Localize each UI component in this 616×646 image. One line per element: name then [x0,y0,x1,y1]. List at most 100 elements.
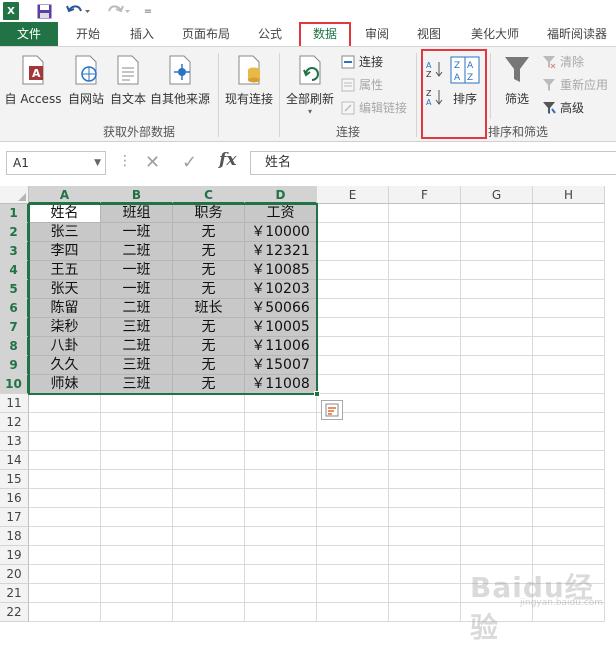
row-header-14[interactable]: 14 [0,451,29,470]
cell-g5[interactable] [461,280,533,299]
cell-d20[interactable] [245,565,317,584]
cell-g4[interactable] [461,261,533,280]
tab-review[interactable]: 审阅 [354,22,400,46]
cell-c8[interactable]: 无 [173,337,245,356]
properties-button[interactable]: 属性 [340,76,383,93]
name-box-dropdown-icon[interactable]: ▼ [94,152,101,174]
cell-d11[interactable] [245,394,317,413]
cell-b7[interactable]: 三班 [101,318,173,337]
cell-b17[interactable] [101,508,173,527]
cell-g16[interactable] [461,489,533,508]
refresh-all-button[interactable]: 全部刷新 ▾ [284,53,336,116]
cell-a19[interactable] [29,546,101,565]
cell-e18[interactable] [317,527,389,546]
clear-filter-button[interactable]: 清除 [541,53,584,70]
cell-b9[interactable]: 三班 [101,356,173,375]
from-web-button[interactable]: 自网站 [64,53,108,107]
cell-h14[interactable] [533,451,605,470]
cell-g10[interactable] [461,375,533,394]
name-box[interactable]: A1 ▼ [6,151,106,175]
column-header-g[interactable]: G [461,186,533,204]
cell-h16[interactable] [533,489,605,508]
cell-h11[interactable] [533,394,605,413]
column-header-a[interactable]: A [29,186,101,204]
select-all-corner[interactable] [0,186,29,204]
cell-d5[interactable]: ￥10203 [245,280,317,299]
cell-g13[interactable] [461,432,533,451]
cell-f14[interactable] [389,451,461,470]
row-header-21[interactable]: 21 [0,584,29,603]
edit-links-button[interactable]: 编辑链接 [340,99,407,116]
row-header-7[interactable]: 7 [0,318,29,337]
cell-c18[interactable] [173,527,245,546]
cell-f3[interactable] [389,242,461,261]
cell-d9[interactable]: ￥15007 [245,356,317,375]
cell-f11[interactable] [389,394,461,413]
column-header-e[interactable]: E [317,186,389,204]
cell-b6[interactable]: 二班 [101,299,173,318]
cell-e3[interactable] [317,242,389,261]
cell-d4[interactable]: ￥10085 [245,261,317,280]
cell-d2[interactable]: ￥10000 [245,223,317,242]
from-text-button[interactable]: 自文本 [108,53,148,107]
cell-f17[interactable] [389,508,461,527]
row-header-9[interactable]: 9 [0,356,29,375]
row-header-22[interactable]: 22 [0,603,29,622]
enter-formula-icon[interactable]: ✓ [182,152,197,173]
row-header-6[interactable]: 6 [0,299,29,318]
cell-a10[interactable]: 师妹 [29,375,101,394]
cell-e13[interactable] [317,432,389,451]
cell-f9[interactable] [389,356,461,375]
cell-a6[interactable]: 陈留 [29,299,101,318]
row-header-3[interactable]: 3 [0,242,29,261]
cell-h12[interactable] [533,413,605,432]
tab-beautify[interactable]: 美化大师 [458,22,532,46]
tab-insert[interactable]: 插入 [118,22,166,46]
insert-function-button[interactable]: fx [219,150,236,170]
cell-g14[interactable] [461,451,533,470]
cell-d13[interactable] [245,432,317,451]
cell-e8[interactable] [317,337,389,356]
redo-icon[interactable] [105,2,131,20]
cell-f16[interactable] [389,489,461,508]
cell-a22[interactable] [29,603,101,622]
row-header-16[interactable]: 16 [0,489,29,508]
cell-g7[interactable] [461,318,533,337]
cell-b20[interactable] [101,565,173,584]
row-header-20[interactable]: 20 [0,565,29,584]
cell-d15[interactable] [245,470,317,489]
worksheet-grid[interactable]: A B C D E F G H 1 姓名 班组 职务 工资 2 张三 一班无 ￥10000 3 李四 二班无 ￥1232… [0,186,616,625]
tab-file[interactable]: 文件 [0,22,58,46]
cell-b8[interactable]: 二班 [101,337,173,356]
cell-c13[interactable] [173,432,245,451]
cell-d18[interactable] [245,527,317,546]
cell-d6[interactable]: ￥50066 [245,299,317,318]
row-header-2[interactable]: 2 [0,223,29,242]
cell-h2[interactable] [533,223,605,242]
cell-b14[interactable] [101,451,173,470]
cell-c19[interactable] [173,546,245,565]
row-header-8[interactable]: 8 [0,337,29,356]
cell-e9[interactable] [317,356,389,375]
cell-d8[interactable]: ￥11006 [245,337,317,356]
cell-h3[interactable] [533,242,605,261]
cell-a16[interactable] [29,489,101,508]
cell-d17[interactable] [245,508,317,527]
cell-a3[interactable]: 李四 [29,242,101,261]
tab-formulas[interactable]: 公式 [246,22,294,46]
cell-d7[interactable]: ￥10005 [245,318,317,337]
fill-handle[interactable] [314,391,320,397]
cell-b1[interactable]: 班组 [101,204,173,223]
cell-e14[interactable] [317,451,389,470]
cell-e10[interactable] [317,375,389,394]
tab-foxit-reader[interactable]: 福昕阅读器 [538,22,616,46]
cell-d3[interactable]: ￥12321 [245,242,317,261]
cell-h1[interactable] [533,204,605,223]
cell-e21[interactable] [317,584,389,603]
cell-a17[interactable] [29,508,101,527]
tab-view[interactable]: 视图 [406,22,452,46]
cell-e15[interactable] [317,470,389,489]
row-header-13[interactable]: 13 [0,432,29,451]
cell-d16[interactable] [245,489,317,508]
tab-page-layout[interactable]: 页面布局 [172,22,240,46]
